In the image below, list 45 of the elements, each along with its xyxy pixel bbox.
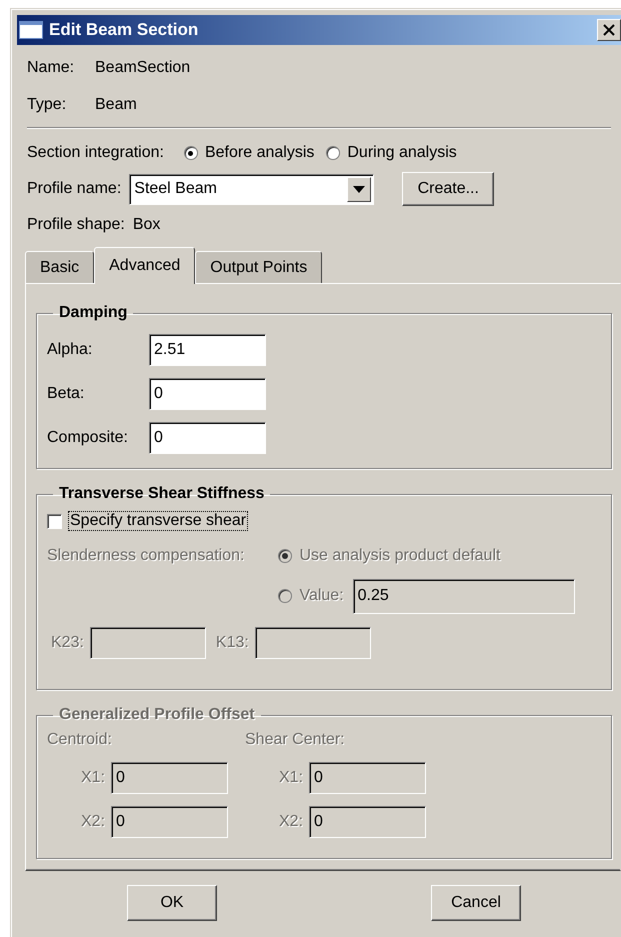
checkbox-label[interactable]: Specify transverse shear xyxy=(68,511,248,531)
field-label: Type: xyxy=(27,96,68,114)
field-value: Beam xyxy=(95,96,137,114)
window-title: Edit Beam Section xyxy=(49,20,200,40)
field-label: K23: xyxy=(51,634,84,652)
field-label: Profile name: xyxy=(27,180,122,198)
field-label: Composite: xyxy=(47,429,129,447)
field-label: Beta: xyxy=(47,385,86,403)
profile-dropdown[interactable]: Steel Beam xyxy=(129,174,374,204)
tab[interactable]: Basic xyxy=(25,251,94,283)
window-icon xyxy=(19,21,43,39)
input-field[interactable]: 2.51 xyxy=(149,334,266,366)
field-label: Profile shape: xyxy=(27,216,125,234)
field-label: Alpha: xyxy=(47,341,94,359)
radio-label[interactable]: During analysis xyxy=(347,144,457,162)
field-label: X2: xyxy=(279,813,304,831)
close-button[interactable] xyxy=(597,19,621,41)
field-label: K13: xyxy=(216,634,249,652)
input-field[interactable] xyxy=(254,627,371,659)
input-field[interactable]: 0 xyxy=(149,378,266,410)
close-icon xyxy=(603,24,615,36)
radio-label[interactable]: Before analysis xyxy=(204,144,314,162)
field-label: X1: xyxy=(279,769,304,787)
field-value: Box xyxy=(132,216,160,234)
field-label: Name: xyxy=(27,58,76,76)
checkbox[interactable] xyxy=(47,514,62,528)
field-label: X2: xyxy=(81,813,106,831)
dialog-button[interactable]: Cancel xyxy=(431,885,521,921)
column-heading: Shear Center: xyxy=(245,730,346,750)
dialog-button[interactable]: OK xyxy=(127,885,217,921)
tab[interactable]: Output Points xyxy=(195,251,322,283)
column-heading: Centroid: xyxy=(47,730,113,750)
input-field[interactable]: 0 xyxy=(149,422,266,454)
radio-button[interactable] xyxy=(326,146,340,160)
field-label: Slenderness compensation: xyxy=(47,547,244,565)
input-field[interactable] xyxy=(90,627,206,659)
field-value: BeamSection xyxy=(95,58,190,76)
field-label: Section integration: xyxy=(27,144,164,162)
radio-button[interactable] xyxy=(184,146,198,160)
group-title: Transverse Shear Stiffness xyxy=(58,485,266,503)
group-title: Damping xyxy=(58,304,128,322)
field-label: X1: xyxy=(81,769,106,787)
group-title: Generalized Profile Offset xyxy=(58,706,256,724)
create-button[interactable]: Create... xyxy=(402,172,494,206)
tab[interactable]: Advanced xyxy=(94,247,196,284)
